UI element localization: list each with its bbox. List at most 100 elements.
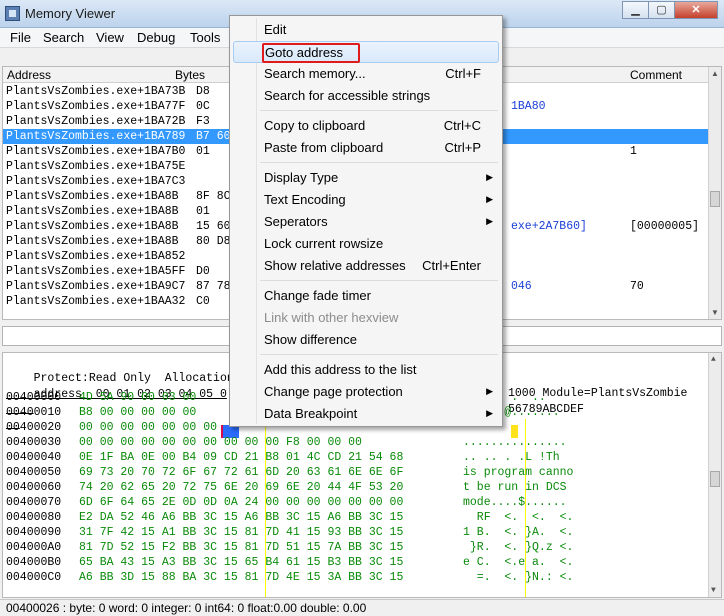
hex-row-address: 00400080	[6, 511, 62, 524]
menu-item-label: Edit	[264, 22, 287, 37]
row-bytes: 8F 8C	[196, 190, 231, 203]
hex-row[interactable]: 004000A0 81 7D 52 15 F2 BB 3C 15 81 7D 51…	[3, 540, 711, 555]
scroll-down-icon[interactable]: ▼	[711, 308, 719, 317]
menu-file[interactable]: File	[10, 30, 31, 45]
hex-row-bytes[interactable]: 69 73 20 70 72 6F 67 72 61 6D 20 63 61 6…	[79, 465, 403, 480]
menu-separator	[260, 110, 498, 111]
scroll-down-icon[interactable]: ▼	[711, 586, 716, 595]
menu-tools[interactable]: Tools	[190, 30, 220, 45]
hex-row-bytes[interactable]: 74 20 62 65 20 72 75 6E 20 69 6E 20 44 4…	[79, 480, 403, 495]
hex-row-ascii[interactable]: ...............	[463, 435, 567, 450]
scroll-up-icon[interactable]: ▲	[711, 69, 719, 78]
menu-item-label: Lock current rowsize	[264, 236, 384, 251]
hex-row[interactable]: 00400070 6D 6F 64 65 2E 0D 0D 0A 24 00 00…	[3, 495, 711, 510]
menu-item-lock-current-rowsize[interactable]: Lock current rowsize	[233, 233, 499, 255]
hex-row-bytes[interactable]: 4D 5A 90 00 03 00	[79, 390, 196, 405]
scroll-thumb[interactable]	[710, 191, 720, 207]
hex-row-address: 00400000	[6, 391, 62, 404]
menu-debug[interactable]: Debug	[137, 30, 175, 45]
hex-row[interactable]: 00400030 00 00 00 00 00 00 00 00 00 00 F8…	[3, 435, 711, 450]
highlight-box	[262, 43, 360, 63]
hex-row-ascii[interactable]: }R. <. }Q.z <.	[463, 540, 574, 555]
row-address: PlantsVsZombies.exe+1BA8B	[6, 190, 179, 203]
hex-row[interactable]: 00400060 74 20 62 65 20 72 75 6E 20 69 6E…	[3, 480, 711, 495]
hex-row-bytes[interactable]: 00 00 00 00 00 00 00	[79, 420, 217, 435]
column-address[interactable]: Address	[7, 68, 51, 82]
menu-item-seperators[interactable]: Seperators ▶	[233, 211, 499, 233]
hex-row-bytes[interactable]: A6 BB 3D 15 88 BA 3C 15 81 7D 4E 15 3A B…	[79, 570, 403, 585]
row-comment: 1	[630, 145, 637, 158]
menu-item-text-encoding[interactable]: Text Encoding ▶	[233, 189, 499, 211]
submenu-arrow-icon: ▶	[486, 408, 493, 418]
hex-row[interactable]: 00400090 31 7F 42 15 A1 BB 3C 15 81 7D 41…	[3, 525, 711, 540]
hex-row-bytes[interactable]: 31 7F 42 15 A1 BB 3C 15 81 7D 41 15 93 B…	[79, 525, 403, 540]
row-operand: 046	[511, 280, 532, 293]
menu-item-label: Change fade timer	[264, 288, 371, 303]
menu-item-show-relative-addresses[interactable]: Show relative addresses Ctrl+Enter	[233, 255, 499, 277]
menu-item-show-difference[interactable]: Show difference	[233, 329, 499, 351]
hex-row[interactable]: 004000C0 A6 BB 3D 15 88 BA 3C 15 81 7D 4E…	[3, 570, 711, 585]
menu-item-search-memory[interactable]: Search memory... Ctrl+F	[233, 63, 499, 85]
menu-item-search-for-accessible-strings[interactable]: Search for accessible strings	[233, 85, 499, 107]
hex-row-ascii[interactable]: .. .. . .L !Th	[463, 450, 560, 465]
hex-row-address: 00400040	[6, 451, 62, 464]
menu-item-paste-from-clipboard[interactable]: Paste from clipboard Ctrl+P	[233, 137, 499, 159]
close-button[interactable]: ✕	[674, 1, 718, 19]
menu-item-goto-address[interactable]: Goto address	[233, 41, 499, 63]
hex-row-bytes[interactable]: 0E 1F BA 0E 00 B4 09 CD 21 B8 01 4C CD 2…	[79, 450, 403, 465]
window-controls: ▁ ▢ ✕	[622, 1, 718, 19]
menu-item-link-with-other-hexview: Link with other hexview	[233, 307, 499, 329]
hex-row-bytes[interactable]: 65 BA 43 15 A3 BB 3C 15 65 B4 61 15 B3 B…	[79, 555, 403, 570]
menu-item-shortcut: Ctrl+Enter	[422, 258, 481, 273]
hex-row[interactable]: 00400040 0E 1F BA 0E 00 B4 09 CD 21 B8 01…	[3, 450, 711, 465]
row-address: PlantsVsZombies.exe+1BA7C3	[6, 175, 186, 188]
row-comment: 70	[630, 280, 644, 293]
row-operand: 1BA80	[511, 100, 546, 113]
row-address: PlantsVsZombies.exe+1BA789	[6, 130, 186, 143]
menu-item-change-page-protection[interactable]: Change page protection ▶	[233, 381, 499, 403]
window-title: Memory Viewer	[25, 6, 116, 21]
menu-item-label: Add this address to the list	[264, 362, 417, 377]
submenu-arrow-icon: ▶	[486, 194, 493, 204]
menu-item-add-this-address-to-the-list[interactable]: Add this address to the list	[233, 359, 499, 381]
hex-row[interactable]: 00400050 69 73 20 70 72 6F 67 72 61 6D 20…	[3, 465, 711, 480]
hex-row-bytes[interactable]: 00 00 00 00 00 00 00 00 00 00 F8 00 00 0…	[79, 435, 362, 450]
menu-item-label: Seperators	[264, 214, 328, 229]
hex-row-bytes[interactable]: B8 00 00 00 00 00	[79, 405, 196, 420]
column-comment[interactable]: Comment	[630, 68, 682, 82]
menu-separator	[260, 354, 498, 355]
hex-row-ascii[interactable]: 1 B. <. }A. <.	[463, 525, 573, 540]
minimize-button[interactable]: ▁	[622, 1, 649, 19]
row-bytes: D8	[196, 85, 210, 98]
disassembler-scrollbar[interactable]: ▲ ▼	[708, 67, 721, 319]
hex-row-bytes[interactable]: 81 7D 52 15 F2 BB 3C 15 81 7D 51 15 7A B…	[79, 540, 403, 555]
row-address: PlantsVsZombies.exe+1BA5FF	[6, 265, 186, 278]
scroll-up-icon[interactable]: ▲	[711, 355, 716, 364]
hex-row-ascii[interactable]: is program canno	[463, 465, 573, 480]
menu-item-label: Search memory...	[264, 66, 366, 81]
maximize-button[interactable]: ▢	[648, 1, 675, 19]
menu-item-change-fade-timer[interactable]: Change fade timer	[233, 285, 499, 307]
menu-search[interactable]: Search	[43, 30, 84, 45]
hex-row-ascii[interactable]: e C. <.e a. <.	[463, 555, 573, 570]
menu-item-edit[interactable]: Edit	[233, 19, 499, 41]
hex-row-bytes[interactable]: 6D 6F 64 65 2E 0D 0D 0A 24 00 00 00 00 0…	[79, 495, 403, 510]
menu-item-label: Change page protection	[264, 384, 403, 399]
menu-item-display-type[interactable]: Display Type ▶	[233, 167, 499, 189]
hex-row-bytes[interactable]: E2 DA 52 46 A6 BB 3C 15 A6 BB 3C 15 A6 B…	[79, 510, 403, 525]
hex-row[interactable]: 00400080 E2 DA 52 46 A6 BB 3C 15 A6 BB 3C…	[3, 510, 711, 525]
hex-scrollbar[interactable]: ▲ ▼	[708, 353, 721, 597]
hex-row[interactable]: 004000B0 65 BA 43 15 A3 BB 3C 15 65 B4 61…	[3, 555, 711, 570]
menu-item-data-breakpoint[interactable]: Data Breakpoint ▶	[233, 403, 499, 425]
menu-item-copy-to-clipboard[interactable]: Copy to clipboard Ctrl+C	[233, 115, 499, 137]
hex-row-ascii[interactable]: RF <. <. <.	[463, 510, 574, 525]
row-address: PlantsVsZombies.exe+1BAA32	[6, 295, 186, 308]
hex-row-ascii[interactable]: mode....$......	[463, 495, 567, 510]
hex-row-ascii[interactable]: =. <. }N.: <.	[463, 570, 574, 585]
row-address: PlantsVsZombies.exe+1BA8B	[6, 235, 179, 248]
hex-row-ascii[interactable]: t be run in DCS	[463, 480, 567, 495]
menu-view[interactable]: View	[96, 30, 124, 45]
scroll-thumb[interactable]	[710, 471, 720, 487]
submenu-arrow-icon: ▶	[486, 172, 493, 182]
column-bytes[interactable]: Bytes	[175, 68, 205, 82]
